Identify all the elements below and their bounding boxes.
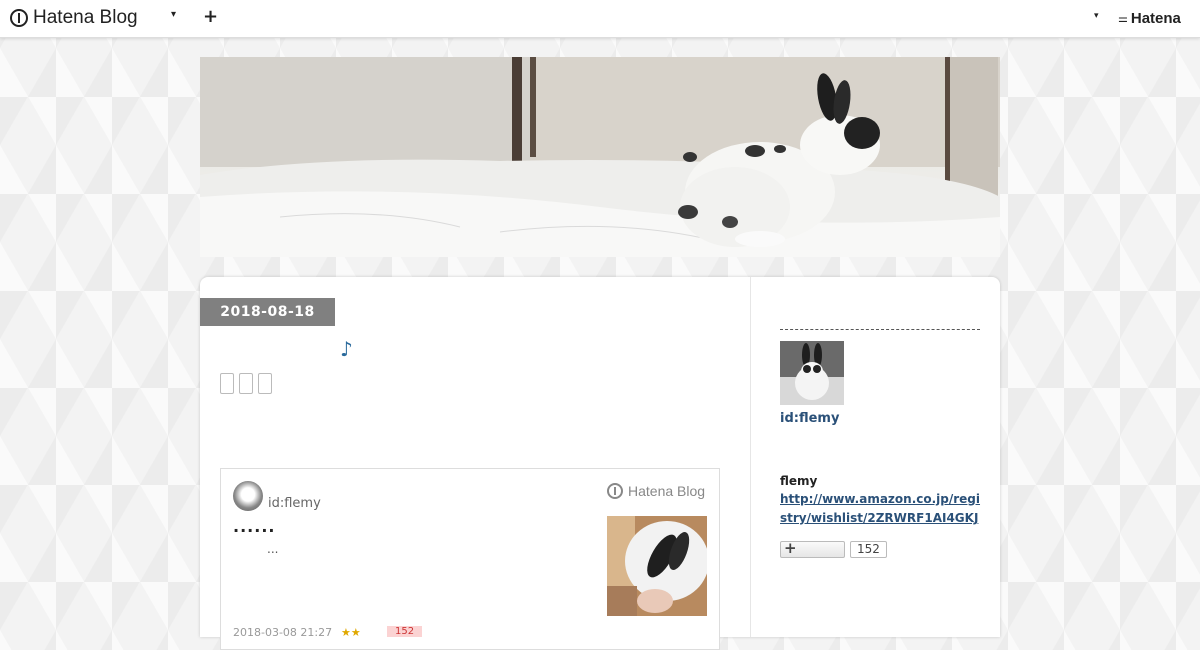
follow-plus-icon: + — [784, 539, 797, 557]
hatena-blog-logo[interactable]: Hatena Blog — [10, 7, 138, 29]
brand-label: Hatena Blog — [33, 7, 138, 28]
embed-brand-label: Hatena Blog — [628, 483, 706, 499]
embed-title[interactable]: ...... — [233, 517, 275, 536]
entry-date[interactable]: 2018-08-18 — [200, 298, 335, 326]
sidebar-divider — [780, 329, 980, 330]
embed-bookmark-count[interactable]: 152 — [387, 626, 423, 637]
profile-id-link[interactable]: id:flemy — [780, 411, 839, 426]
blog-header-image[interactable] — [200, 57, 1000, 257]
wishlist-link[interactable]: http://www.amazon.co.jp/registry/wishlis… — [780, 490, 980, 528]
embedded-blog-card[interactable]: id:flemy Hatena Blog ...... ... 2018-03-… — [220, 468, 720, 650]
global-header: Hatena Blog ▾ + ▾ ⚌ Hatena — [0, 0, 1200, 38]
category-tag[interactable]: □ — [220, 373, 234, 394]
follower-count[interactable]: 152 — [850, 541, 887, 558]
new-post-button[interactable]: + — [203, 6, 218, 27]
main-content-card: 2018-08-18 ♪ □ □ □ id:flemy Hatena Blog … — [200, 277, 1000, 650]
hatena-blog-logo-icon — [10, 9, 28, 27]
embed-user-id[interactable]: id:flemy — [268, 496, 321, 511]
embed-excerpt: ... — [267, 542, 279, 556]
hatena-icon: ⚌ — [1118, 12, 1128, 25]
hatena-blog-icon — [607, 483, 623, 499]
embed-avatar[interactable] — [233, 481, 263, 511]
profile-avatar[interactable] — [780, 341, 844, 405]
profile-name: flemy — [780, 474, 818, 488]
embed-hatena-blog-link[interactable]: Hatena Blog — [607, 483, 705, 499]
user-menu-dropdown-icon[interactable]: ▾ — [1094, 11, 1099, 21]
blog-menu-dropdown-icon[interactable]: ▾ — [171, 9, 176, 20]
column-divider — [750, 277, 751, 637]
hatena-link[interactable]: ⚌ Hatena — [1118, 10, 1181, 27]
rabbit-thumbnail-image — [607, 516, 707, 616]
embed-date: 2018-03-08 21:27 — [233, 626, 333, 639]
entry-category-list: □ □ □ — [220, 373, 272, 394]
embed-thumbnail[interactable] — [607, 516, 707, 616]
hatena-label: Hatena — [1130, 10, 1181, 27]
rabbit-avatar-image — [780, 341, 844, 405]
rabbit-header-illustration — [200, 57, 1000, 257]
entry-title[interactable]: ♪ — [340, 337, 353, 361]
category-tag[interactable]: □ — [239, 373, 253, 394]
category-tag[interactable]: □ — [258, 373, 272, 394]
embed-stars[interactable]: ★★ — [341, 626, 361, 639]
follow-button[interactable]: + — [780, 539, 845, 558]
